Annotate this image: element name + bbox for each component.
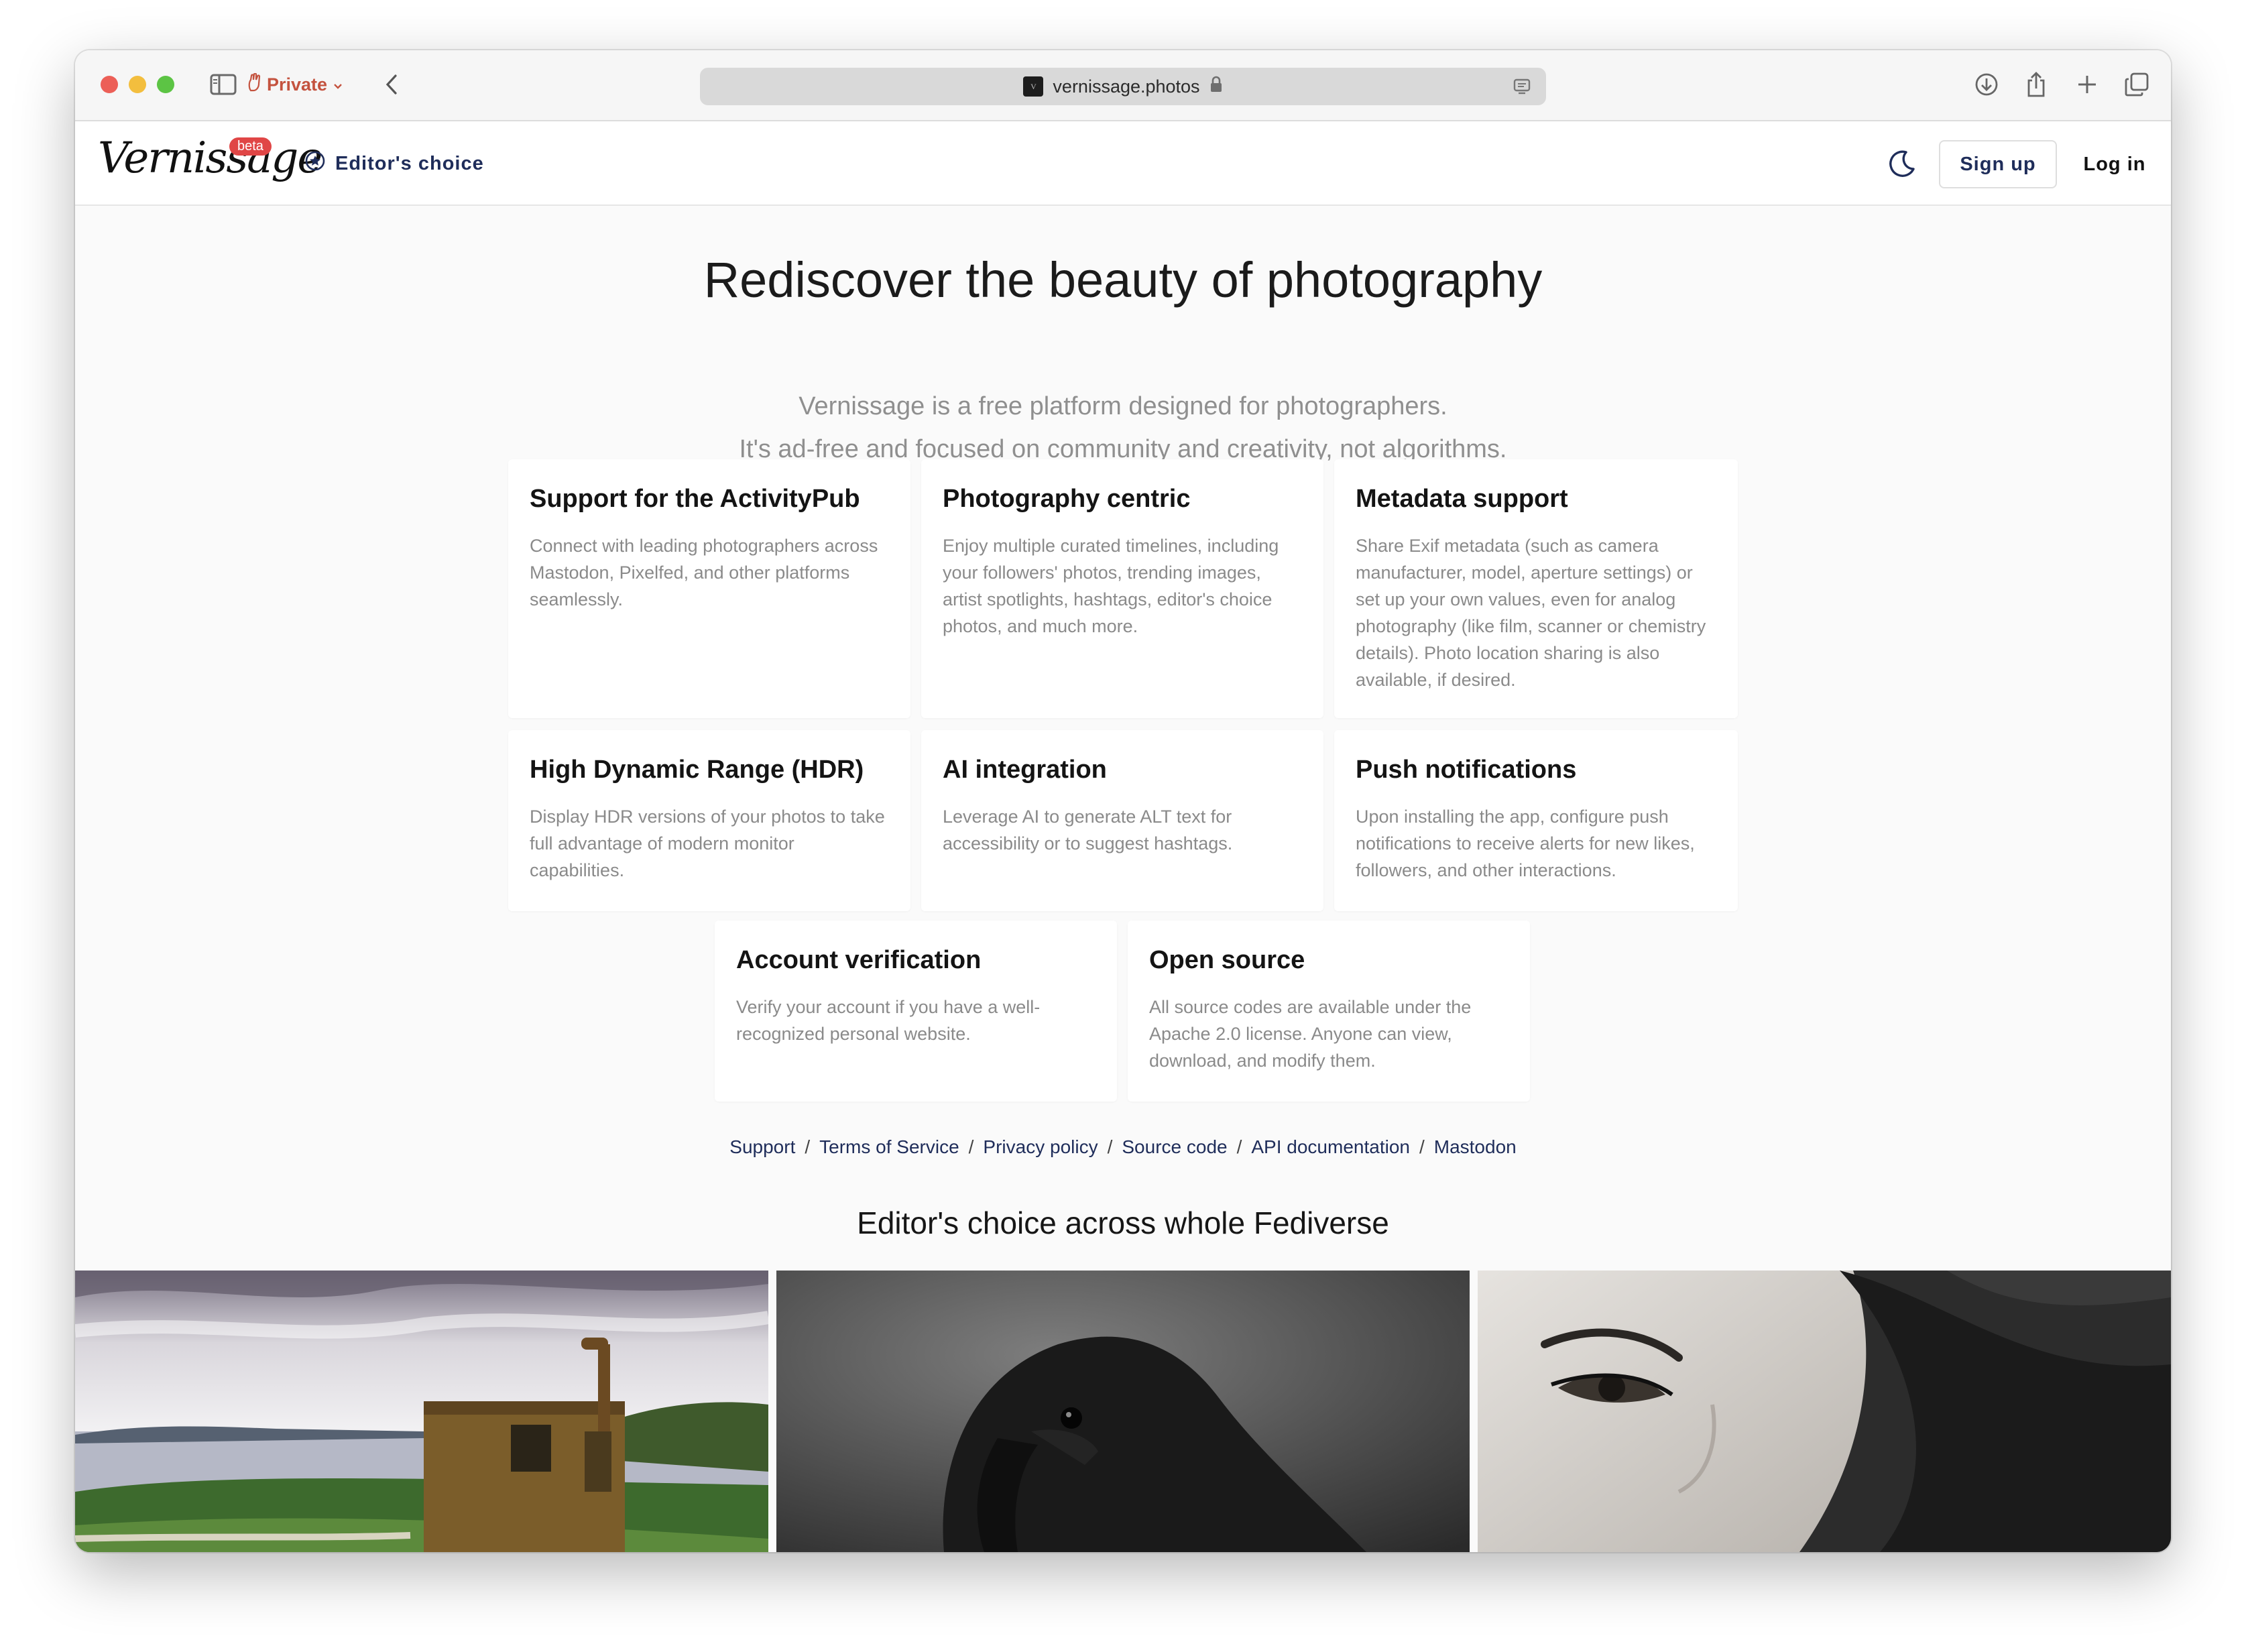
link-source-code[interactable]: Source code xyxy=(1122,1136,1227,1158)
link-separator: / xyxy=(1419,1136,1425,1157)
sidebar-toggle-icon[interactable] xyxy=(206,68,240,101)
footer-links: Support / Terms of Service / Privacy pol… xyxy=(75,1136,2171,1158)
feature-title: Account verification xyxy=(736,946,982,974)
url-text: vernissage.photos xyxy=(1053,76,1200,97)
link-separator: / xyxy=(968,1136,974,1157)
zoom-window-button[interactable] xyxy=(157,76,174,93)
feature-title: Photography centric xyxy=(943,485,1191,513)
feature-card-ai: AI integration Leverage AI to generate A… xyxy=(921,730,1323,911)
site-favicon-icon: V xyxy=(1023,76,1044,97)
link-support[interactable]: Support xyxy=(729,1136,795,1158)
feature-title: High Dynamic Range (HDR) xyxy=(530,756,864,784)
editors-choice-section-title: Editor's choice across whole Fediverse xyxy=(857,1205,1389,1240)
lock-icon xyxy=(1209,76,1223,98)
link-terms-of-service[interactable]: Terms of Service xyxy=(819,1136,959,1158)
photo-crow[interactable] xyxy=(776,1271,1470,1552)
hand-icon xyxy=(248,72,261,97)
feature-card-open-source: Open source All source codes are availab… xyxy=(1128,921,1530,1102)
browser-window: Private V vernissage.photos Vernissage b… xyxy=(75,50,2171,1552)
feature-card-hdr: High Dynamic Range (HDR) Display HDR ver… xyxy=(508,730,910,911)
feature-title: Push notifications xyxy=(1356,756,1577,784)
photo-landscape-hut[interactable] xyxy=(75,1271,768,1552)
sign-up-button[interactable]: Sign up xyxy=(1939,140,2057,188)
feature-card-metadata: Metadata support Share Exif metadata (su… xyxy=(1334,459,1738,718)
feature-text: Enjoy multiple curated timelines, includ… xyxy=(943,536,1279,636)
feature-title: Support for the ActivityPub xyxy=(530,485,860,513)
new-tab-icon[interactable] xyxy=(2070,68,2104,101)
editors-choice-label: Editor's choice xyxy=(335,152,484,174)
star-circle-icon xyxy=(304,150,326,177)
hero-subtitle-line1: Vernissage is a free platform designed f… xyxy=(799,392,1447,420)
link-separator: / xyxy=(1107,1136,1113,1157)
close-window-button[interactable] xyxy=(101,76,118,93)
site-navbar: Vernissage beta Editor's choice Sign up … xyxy=(75,121,2171,206)
private-browsing-menu[interactable]: Private xyxy=(248,68,343,101)
beta-badge: beta xyxy=(229,137,272,156)
address-bar[interactable]: V vernissage.photos xyxy=(700,68,1546,105)
feature-card-verification: Account verification Verify your account… xyxy=(715,921,1117,1102)
feature-title: Open source xyxy=(1149,946,1305,974)
feature-text: Upon installing the app, configure push … xyxy=(1356,807,1695,880)
link-separator: / xyxy=(1236,1136,1242,1157)
log-in-button[interactable]: Log in xyxy=(2068,140,2162,188)
feature-text: Connect with leading photographers acros… xyxy=(530,536,878,609)
feature-card-photography-centric: Photography centric Enjoy multiple curat… xyxy=(921,459,1323,718)
feature-title: AI integration xyxy=(943,756,1107,784)
browser-toolbar: Private V vernissage.photos xyxy=(75,50,2171,121)
editors-choice-link[interactable]: Editor's choice xyxy=(304,121,484,206)
link-separator: / xyxy=(805,1136,811,1157)
link-mastodon[interactable]: Mastodon xyxy=(1434,1136,1517,1158)
feature-text: Verify your account if you have a well-r… xyxy=(736,997,1041,1044)
hero-title: Rediscover the beauty of photography xyxy=(703,252,1543,308)
reader-mode-icon[interactable] xyxy=(1513,77,1531,101)
private-label: Private xyxy=(267,74,328,95)
minimize-window-button[interactable] xyxy=(129,76,146,93)
feature-text: All source codes are available under the… xyxy=(1149,997,1472,1071)
back-icon[interactable] xyxy=(378,68,405,101)
chevron-down-icon xyxy=(333,74,343,95)
feature-title: Metadata support xyxy=(1356,485,1568,513)
dark-mode-toggle-icon[interactable] xyxy=(1885,147,1919,180)
feature-card-push: Push notifications Upon installing the a… xyxy=(1334,730,1738,911)
share-icon[interactable] xyxy=(2019,68,2053,101)
feature-text: Share Exif metadata (such as camera manu… xyxy=(1356,536,1706,690)
link-privacy-policy[interactable]: Privacy policy xyxy=(983,1136,1098,1158)
feature-text: Leverage AI to generate ALT text for acc… xyxy=(943,807,1233,853)
feature-text: Display HDR versions of your photos to t… xyxy=(530,807,885,880)
link-api-documentation[interactable]: API documentation xyxy=(1251,1136,1410,1158)
vernissage-logo[interactable]: Vernissage xyxy=(98,133,322,183)
downloads-icon[interactable] xyxy=(1970,68,2003,101)
feature-card-activitypub: Support for the ActivityPub Connect with… xyxy=(508,459,910,718)
tab-overview-icon[interactable] xyxy=(2120,68,2153,101)
photo-portrait[interactable] xyxy=(1478,1271,2171,1552)
